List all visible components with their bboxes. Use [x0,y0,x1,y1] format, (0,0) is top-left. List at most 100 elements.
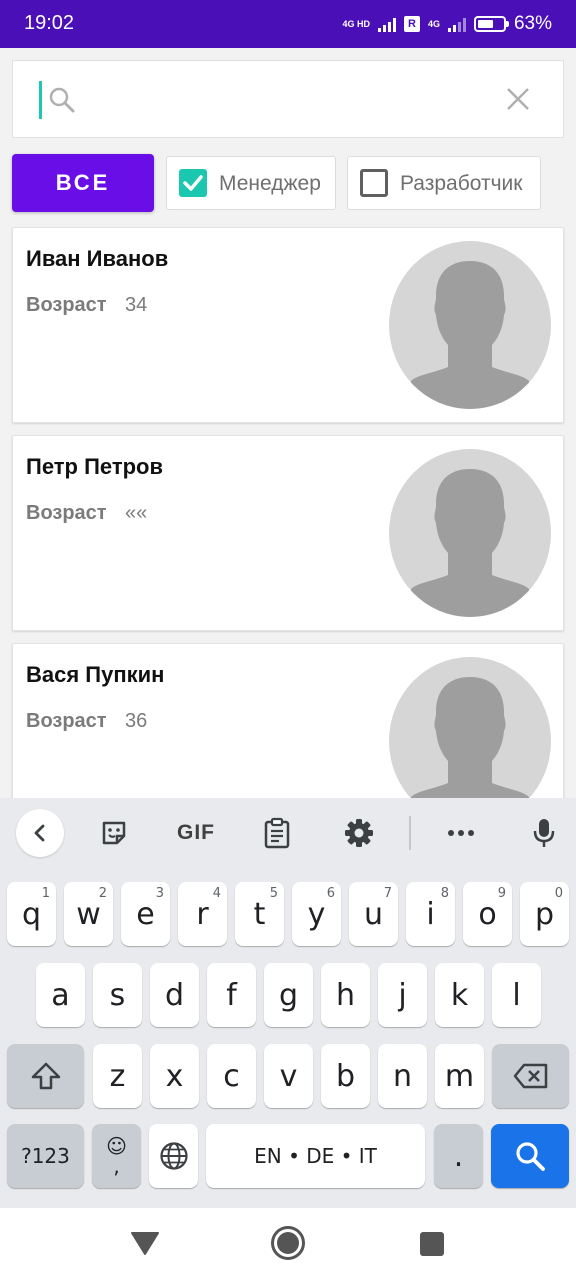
checkbox-checked-icon[interactable] [179,169,207,197]
search-icon [49,87,75,113]
period-key[interactable]: . [434,1124,483,1188]
clipboard-icon[interactable] [253,810,301,856]
gif-icon[interactable]: GIF [172,810,220,856]
key-hint: 5 [269,886,278,901]
key-q[interactable]: q1 [7,882,56,946]
key-hint: 0 [554,886,563,901]
key-x[interactable]: x [150,1044,199,1108]
nav-home-icon[interactable] [270,1225,306,1261]
key-label: k [450,977,469,1013]
key-h[interactable]: h [321,963,370,1027]
settings-icon[interactable] [335,810,383,856]
back-icon[interactable] [16,809,64,857]
person-card[interactable]: Петр Петров Возраст «« [12,435,564,631]
text-cursor [39,81,42,119]
nav-recents-icon[interactable] [419,1231,445,1257]
key-t[interactable]: t5 [235,882,284,946]
key-label: n [392,1058,412,1094]
key-i[interactable]: i8 [406,882,455,946]
key-b[interactable]: b [321,1044,370,1108]
key-z[interactable]: z [93,1044,142,1108]
key-e[interactable]: e3 [121,882,170,946]
avatar-placeholder-icon [389,241,551,409]
key-hint: 1 [41,886,50,901]
age-value: 34 [125,294,148,316]
key-label: u [363,896,383,932]
period-label: . [453,1138,464,1174]
key-f[interactable]: f [207,963,256,1027]
key-n[interactable]: n [378,1044,427,1108]
key-u[interactable]: u7 [349,882,398,946]
age-label: Возраст [26,294,107,316]
search-key[interactable] [491,1124,569,1188]
age-label: Возраст [26,502,107,524]
key-label: e [136,896,155,932]
checkbox-unchecked-icon[interactable] [360,169,388,197]
language-key[interactable] [149,1124,198,1188]
network-type-label: 4G HD [342,18,370,29]
key-y[interactable]: y6 [292,882,341,946]
person-name: Петр Петров [26,454,164,479]
more-icon[interactable] [437,810,485,856]
key-a[interactable]: a [36,963,85,1027]
key-label: h [335,977,355,1013]
key-label: c [223,1058,240,1094]
close-icon[interactable] [505,86,531,112]
key-d[interactable]: d [150,963,199,1027]
backspace-icon [513,1063,547,1089]
person-name: Иван Иванов [26,246,169,271]
key-hint: 4 [212,886,221,901]
status-bar: 19:02 4G HD R 4G 63% [0,0,576,48]
space-key[interactable]: EN • DE • IT [206,1124,425,1188]
key-c[interactable]: c [207,1044,256,1108]
roaming-badge: R [403,16,420,32]
person-card[interactable]: Иван Иванов Возраст 34 [12,227,564,423]
key-o[interactable]: o9 [463,882,512,946]
shift-key[interactable] [7,1044,84,1108]
key-label: y [307,896,326,932]
key-p[interactable]: p0 [520,882,569,946]
keyboard-toolbar: GIF [0,798,576,868]
key-r[interactable]: r4 [178,882,227,946]
key-label: r [196,896,209,932]
key-w[interactable]: w2 [64,882,113,946]
key-l[interactable]: l [492,963,541,1027]
symbols-key[interactable]: ?123 [7,1124,84,1188]
backspace-key[interactable] [492,1044,569,1108]
emoji-icon: ☺ [106,1134,127,1158]
key-s[interactable]: s [93,963,142,1027]
key-label: q [21,896,42,932]
key-label: w [76,896,101,932]
gif-label: GIF [177,821,215,844]
key-j[interactable]: j [378,963,427,1027]
key-label: t [253,896,266,932]
filter-developer-chip[interactable]: Разработчик [347,156,541,210]
emoji-comma-key[interactable]: ☺ , [92,1124,141,1188]
key-label: l [512,977,521,1013]
globe-icon [159,1142,188,1170]
search-input[interactable] [93,79,493,121]
filter-all-button[interactable]: ВСЕ [12,154,154,212]
key-label: o [478,896,497,932]
filter-manager-chip[interactable]: Менеджер [166,156,336,210]
key-label: a [51,977,70,1013]
nav-back-icon[interactable] [130,1230,160,1256]
age-value: 36 [125,710,148,732]
avatar-placeholder-icon [389,449,551,617]
key-g[interactable]: g [264,963,313,1027]
key-hint: 9 [497,886,506,901]
signal-icon-2 [447,16,466,32]
mic-icon[interactable] [520,810,568,856]
search-bar[interactable] [12,60,564,138]
key-label: x [165,1058,184,1094]
person-name: Вася Пупкин [26,662,165,687]
sticker-icon[interactable] [90,810,138,856]
key-k[interactable]: k [435,963,484,1027]
key-v[interactable]: v [264,1044,313,1108]
age-label: Возраст [26,710,107,732]
battery-percent: 63% [513,13,552,34]
search-icon [516,1142,545,1171]
key-label: b [335,1058,356,1094]
key-m[interactable]: m [435,1044,484,1108]
key-hint: 3 [155,886,164,901]
